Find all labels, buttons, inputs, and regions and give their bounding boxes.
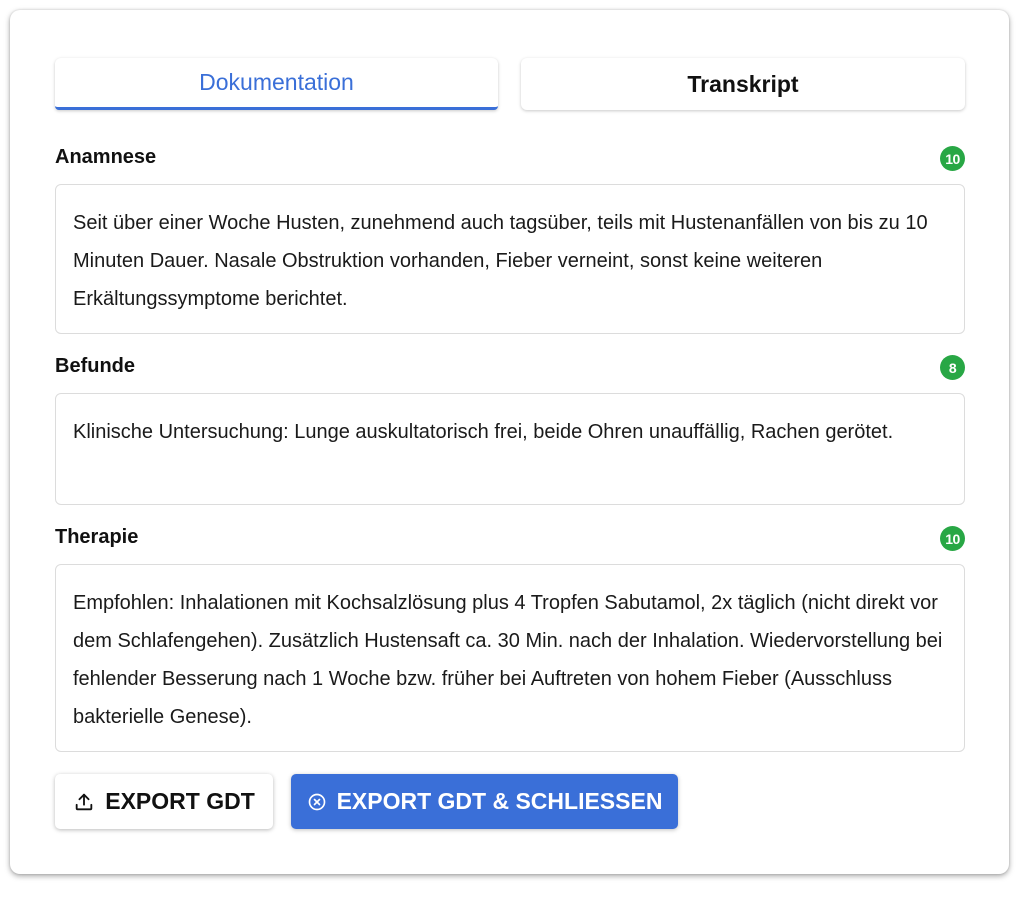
score-badge: 8 — [940, 355, 965, 380]
export-gdt-close-label: EXPORT GDT & SCHLIESSEN — [336, 788, 663, 814]
circle-x-icon — [307, 792, 327, 812]
score-badge: 10 — [940, 526, 965, 551]
tab-documentation[interactable]: Dokumentation — [55, 58, 498, 110]
section-title: Anamnese — [55, 146, 157, 168]
therapie-text: Empfohlen: Inhalationen mit Kochsalzlösu… — [73, 592, 943, 728]
befunde-text: Klinische Untersuchung: Lunge auskultato… — [73, 421, 894, 443]
section-title: Befunde — [55, 355, 135, 377]
tab-documentation-label: Dokumentation — [199, 69, 354, 95]
befunde-textbox[interactable]: Klinische Untersuchung: Lunge auskultato… — [55, 393, 965, 505]
section-header-befunde: Befunde 8 — [55, 355, 965, 381]
tab-transcript-label: Transkript — [687, 70, 799, 97]
anamnese-text: Seit über einer Woche Husten, zunehmend … — [73, 212, 928, 310]
export-gdt-label: EXPORT GDT — [105, 788, 255, 814]
section-header-anamnese: Anamnese 10 — [55, 146, 965, 172]
documentation-panel: Dokumentation Transkript Anamnese 10 Sei… — [10, 10, 1009, 874]
anamnese-textbox[interactable]: Seit über einer Woche Husten, zunehmend … — [55, 184, 965, 334]
therapie-textbox[interactable]: Empfohlen: Inhalationen mit Kochsalzlösu… — [55, 564, 965, 752]
tab-transcript[interactable]: Transkript — [521, 58, 965, 110]
section-header-therapie: Therapie 10 — [55, 526, 965, 552]
upload-icon — [73, 791, 95, 813]
score-badge: 10 — [940, 146, 965, 171]
export-gdt-close-button[interactable]: EXPORT GDT & SCHLIESSEN — [291, 774, 678, 829]
tab-bar: Dokumentation Transkript — [55, 58, 965, 110]
section-title: Therapie — [55, 526, 139, 548]
export-gdt-button[interactable]: EXPORT GDT — [55, 774, 273, 829]
